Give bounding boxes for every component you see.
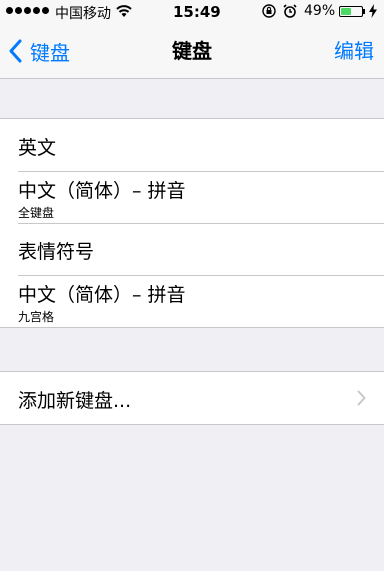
signal-strength-icon — [6, 7, 49, 14]
add-keyboard-group: 添加新键盘... — [0, 371, 384, 425]
wifi-icon — [116, 5, 132, 17]
keyboard-item-sublabel: 九宫格 — [18, 310, 55, 324]
keyboard-item-english[interactable]: 英文 — [0, 119, 384, 171]
add-keyboard-label: 添加新键盘... — [18, 390, 132, 412]
keyboard-item-label: 中文（简体）– 拼音 — [18, 284, 186, 306]
navigation-bar: 键盘 键盘 编辑 — [0, 24, 384, 78]
keyboard-item-label: 中文（简体）– 拼音 — [18, 180, 186, 202]
add-keyboard-button[interactable]: 添加新键盘... — [0, 372, 384, 424]
battery-fill — [341, 8, 351, 15]
charging-bolt-icon — [369, 4, 377, 18]
keyboard-item-emoji[interactable]: 表情符号 — [0, 223, 384, 275]
chevron-right-icon — [357, 390, 366, 406]
keyboard-item-pinyin-9key[interactable]: 中文（简体）– 拼音 九宫格 — [0, 275, 384, 327]
clock-time: 15:49 — [173, 3, 221, 21]
status-bar: 中国移动 15:49 49% — [0, 0, 384, 24]
top-bar: 中国移动 15:49 49% 键盘 键盘 编辑 — [0, 0, 384, 79]
edit-button[interactable]: 编辑 — [334, 24, 374, 78]
keyboard-item-pinyin-full[interactable]: 中文（简体）– 拼音 全键盘 — [0, 171, 384, 223]
keyboard-list: 英文 中文（简体）– 拼音 全键盘 表情符号 中文（简体）– 拼音 九宫格 — [0, 118, 384, 328]
keyboard-item-label: 英文 — [18, 137, 57, 159]
alarm-clock-icon — [283, 4, 297, 18]
carrier-name: 中国移动 — [55, 6, 111, 22]
battery-tip — [363, 9, 365, 14]
page-title: 键盘 — [172, 39, 212, 63]
keyboard-item-label: 表情符号 — [18, 241, 95, 263]
rotation-lock-icon — [262, 4, 276, 18]
keyboard-item-sublabel: 全键盘 — [18, 206, 55, 220]
battery-percent: 49% — [304, 3, 336, 19]
battery-icon — [339, 6, 363, 17]
